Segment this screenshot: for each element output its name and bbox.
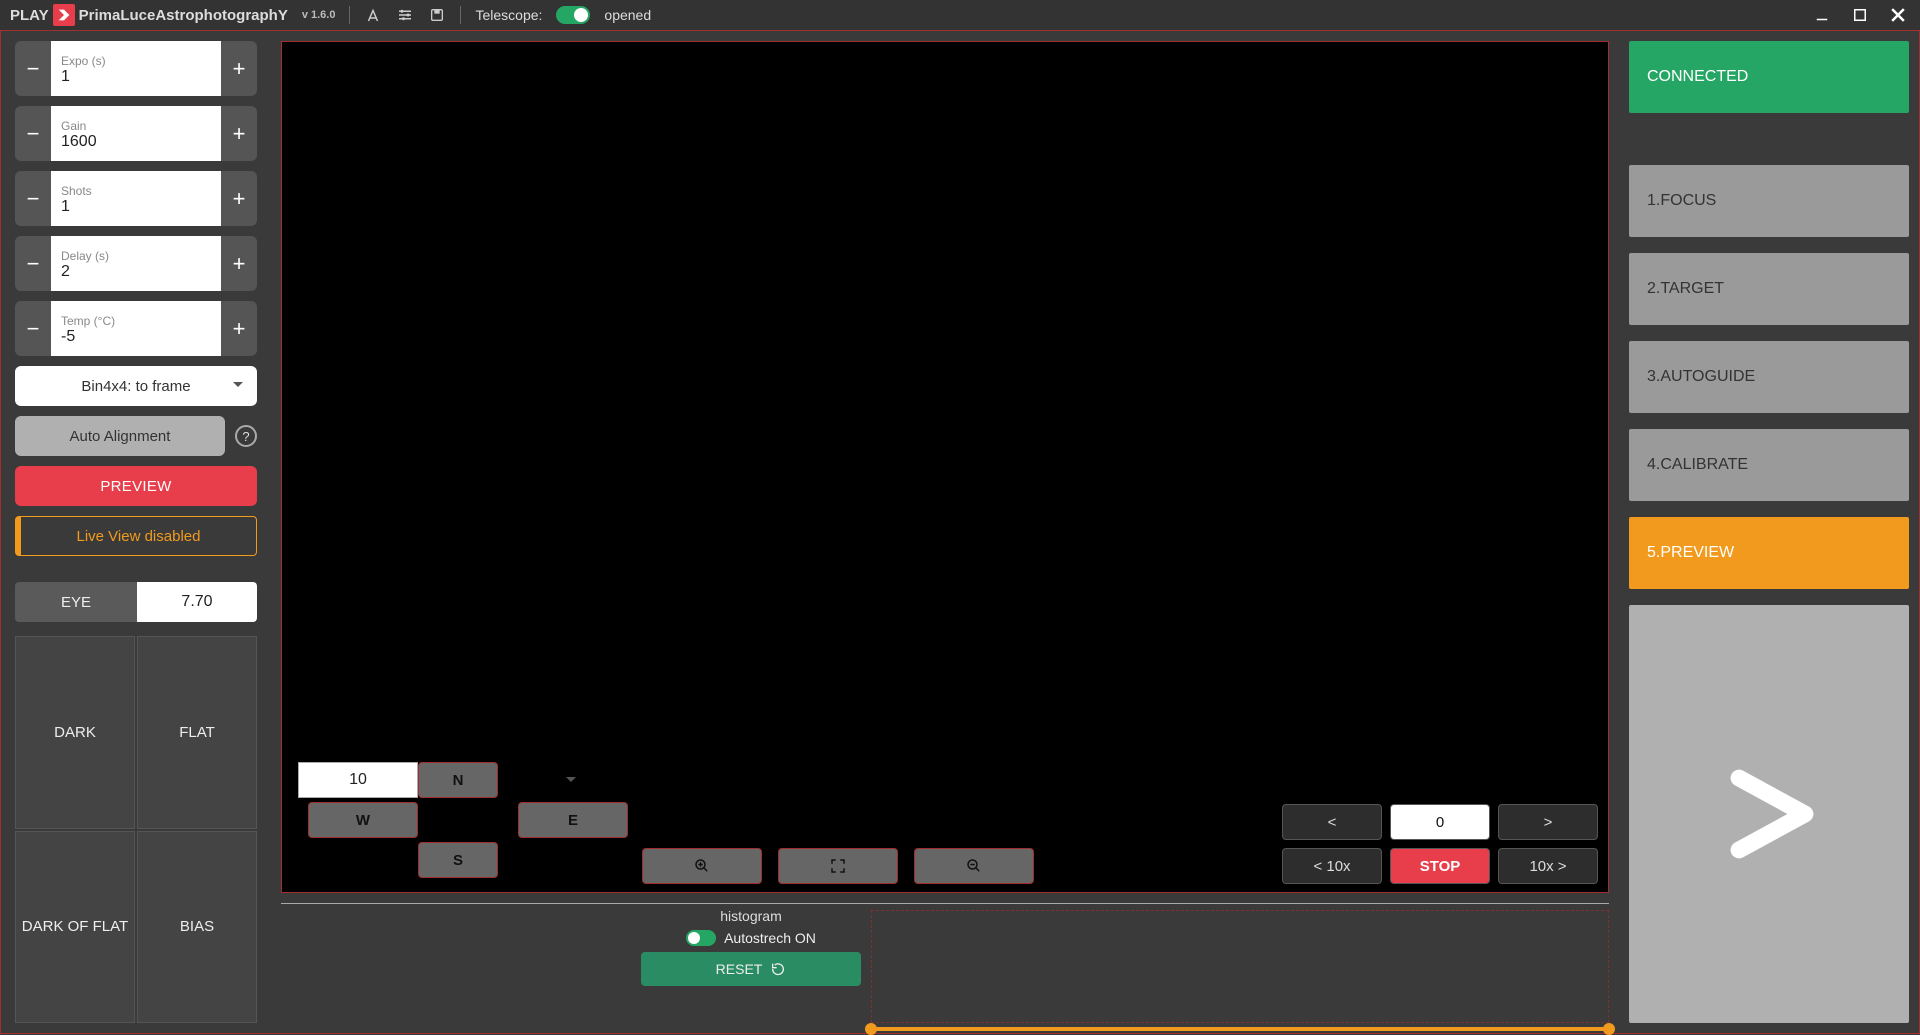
histogram-bar: histogram Autostrech ON RESET: [281, 903, 1609, 1033]
expo-stepper: − Expo (s) 1 +: [15, 41, 257, 96]
mount-icon[interactable]: [364, 6, 382, 24]
window-minimize-icon[interactable]: [1810, 3, 1834, 27]
step-preview[interactable]: 5.PREVIEW: [1629, 517, 1909, 589]
zoom-fit-button[interactable]: [778, 848, 898, 884]
start-sequence-button[interactable]: [1629, 605, 1909, 1023]
live-view-status[interactable]: Live View disabled: [15, 516, 257, 556]
autostretch-toggle[interactable]: [686, 930, 716, 946]
step-target[interactable]: 2.TARGET: [1629, 253, 1909, 325]
binning-value: Bin4x4: to frame: [81, 378, 190, 395]
bias-button[interactable]: BIAS: [137, 831, 257, 1024]
zoom-in-button[interactable]: [642, 848, 762, 884]
frame-type-grid: DARK FLAT DARK OF FLAT BIAS: [15, 636, 257, 1023]
separator: [460, 6, 461, 24]
separator: [349, 6, 350, 24]
focus-in-10x-button[interactable]: < 10x: [1282, 848, 1382, 884]
auto-alignment-help-icon[interactable]: ?: [235, 425, 257, 447]
histogram-plot[interactable]: [871, 910, 1609, 1023]
histogram-reset-button[interactable]: RESET: [641, 952, 861, 986]
slew-speed-select[interactable]: 10: [298, 762, 418, 798]
gain-value[interactable]: 1600: [61, 133, 211, 151]
save-icon[interactable]: [428, 6, 446, 24]
refresh-icon: [770, 961, 786, 977]
center-area: N S W E 10 < 0: [271, 31, 1619, 1033]
flat-button[interactable]: FLAT: [137, 636, 257, 829]
status-connected[interactable]: CONNECTED: [1629, 41, 1909, 113]
play-label: PLAY: [10, 7, 49, 24]
focus-in-button[interactable]: <: [1282, 804, 1382, 840]
temp-value[interactable]: -5: [61, 328, 211, 346]
brand-name: PrimaLuceAstrophotographY: [79, 7, 288, 24]
window-close-icon[interactable]: [1886, 3, 1910, 27]
app-version: v 1.6.0: [302, 9, 336, 21]
eye-label: EYE: [15, 582, 137, 622]
autostretch-label: Autostrech ON: [724, 930, 816, 946]
telescope-state: opened: [604, 7, 651, 23]
telescope-label: Telescope:: [475, 7, 542, 23]
image-preview[interactable]: N S W E 10 < 0: [281, 41, 1609, 893]
slew-east-button[interactable]: E: [518, 802, 628, 838]
focus-stop-button[interactable]: STOP: [1390, 848, 1490, 884]
gain-plus[interactable]: +: [221, 106, 257, 161]
direction-pad: N S W E 10: [298, 762, 588, 884]
brand-logo-icon: [53, 4, 75, 26]
temp-plus[interactable]: +: [221, 301, 257, 356]
histogram-range-slider[interactable]: [871, 1027, 1609, 1031]
expo-plus[interactable]: +: [221, 41, 257, 96]
delay-plus[interactable]: +: [221, 236, 257, 291]
gain-label: Gain: [61, 119, 211, 133]
zoom-row: [642, 848, 1034, 884]
expo-label: Expo (s): [61, 54, 211, 68]
gain-minus[interactable]: −: [15, 106, 51, 161]
delay-minus[interactable]: −: [15, 236, 51, 291]
step-autoguide[interactable]: 3.AUTOGUIDE: [1629, 341, 1909, 413]
temp-stepper: − Temp (°C) -5 +: [15, 301, 257, 356]
slew-north-button[interactable]: N: [418, 762, 498, 798]
delay-label: Delay (s): [61, 249, 211, 263]
right-panel: CONNECTED 1.FOCUS 2.TARGET 3.AUTOGUIDE 4…: [1619, 31, 1919, 1033]
auto-alignment-button[interactable]: Auto Alignment: [15, 416, 225, 456]
eye-row: EYE 7.70: [15, 582, 257, 622]
temp-minus[interactable]: −: [15, 301, 51, 356]
shots-plus[interactable]: +: [221, 171, 257, 226]
telescope-toggle[interactable]: [556, 6, 590, 24]
shots-value[interactable]: 1: [61, 198, 211, 216]
shots-label: Shots: [61, 184, 211, 198]
dark-button[interactable]: DARK: [15, 636, 135, 829]
step-focus[interactable]: 1.FOCUS: [1629, 165, 1909, 237]
slew-west-button[interactable]: W: [308, 802, 418, 838]
focus-step-grid: < 0 > < 10x STOP 10x >: [1282, 804, 1598, 884]
focus-position-value[interactable]: 0: [1390, 804, 1490, 840]
focus-out-button[interactable]: >: [1498, 804, 1598, 840]
titlebar: PLAY PrimaLuceAstrophotographY v 1.6.0 T…: [0, 0, 1920, 30]
shots-stepper: − Shots 1 +: [15, 171, 257, 226]
app-brand: PLAY PrimaLuceAstrophotographY: [10, 4, 288, 26]
eye-value[interactable]: 7.70: [137, 582, 257, 622]
left-panel: − Expo (s) 1 + − Gain 1600 + − Shots 1 +: [1, 31, 271, 1033]
expo-minus[interactable]: −: [15, 41, 51, 96]
step-calibrate[interactable]: 4.CALIBRATE: [1629, 429, 1909, 501]
histogram-title: histogram: [720, 908, 781, 924]
slew-south-button[interactable]: S: [418, 842, 498, 878]
delay-value[interactable]: 2: [61, 263, 211, 281]
gain-stepper: − Gain 1600 +: [15, 106, 257, 161]
preview-button[interactable]: PREVIEW: [15, 466, 257, 506]
zoom-out-button[interactable]: [914, 848, 1034, 884]
window-maximize-icon[interactable]: [1848, 3, 1872, 27]
temp-label: Temp (°C): [61, 314, 211, 328]
expo-value[interactable]: 1: [61, 68, 211, 86]
dark-of-flat-button[interactable]: DARK OF FLAT: [15, 831, 135, 1024]
shots-minus[interactable]: −: [15, 171, 51, 226]
focus-out-10x-button[interactable]: 10x >: [1498, 848, 1598, 884]
binning-select[interactable]: Bin4x4: to frame: [15, 366, 257, 406]
settings-sliders-icon[interactable]: [396, 6, 414, 24]
workspace: − Expo (s) 1 + − Gain 1600 + − Shots 1 +: [0, 30, 1920, 1034]
play-icon: [1709, 754, 1829, 874]
delay-stepper: − Delay (s) 2 +: [15, 236, 257, 291]
